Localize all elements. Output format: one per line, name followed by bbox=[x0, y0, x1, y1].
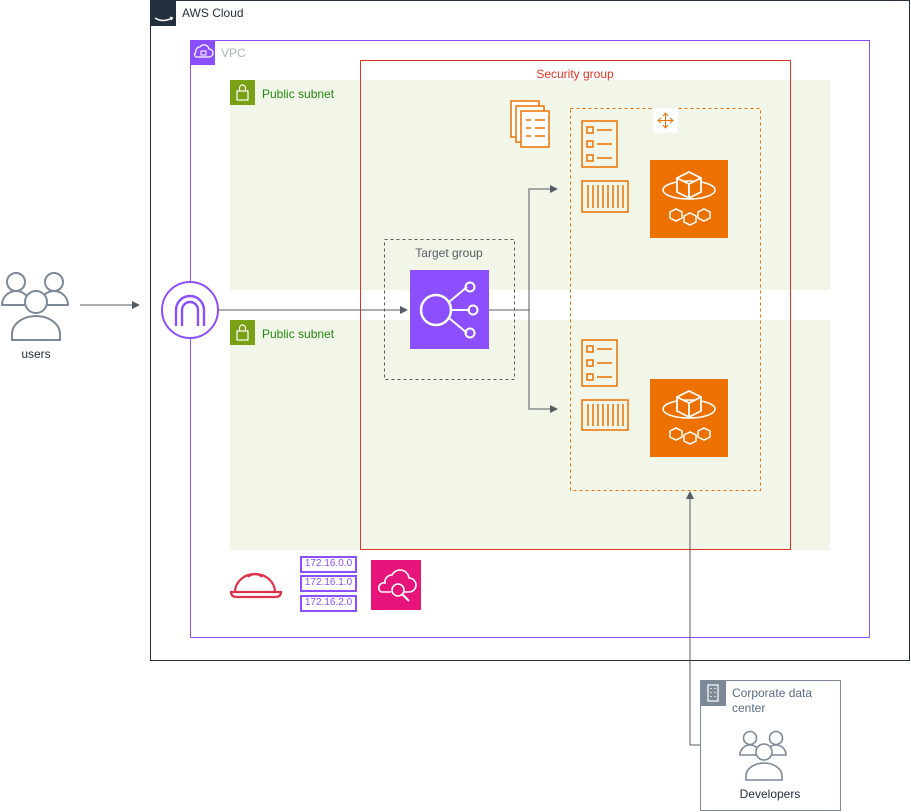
task-definitions-stack-icon bbox=[510, 100, 550, 148]
developers-label: Developers bbox=[739, 787, 801, 801]
internet-gateway-icon bbox=[161, 281, 219, 339]
load-balancer-icon bbox=[410, 270, 489, 349]
auto-scaling-icon bbox=[653, 108, 678, 133]
datacenter-label-line2: center bbox=[732, 701, 766, 715]
cidr-block-2: 172.16.1.0 bbox=[304, 577, 353, 588]
aws-cloud-label: AWS Cloud bbox=[182, 6, 244, 20]
public-subnet-2-label: Public subnet bbox=[262, 327, 335, 341]
users-icon bbox=[0, 272, 70, 341]
datacenter-label-line1: Corporate data bbox=[732, 686, 813, 700]
cidr-block-3: 172.16.2.0 bbox=[304, 597, 353, 608]
vpc-icon bbox=[190, 40, 215, 65]
ecs-service-icon bbox=[650, 160, 728, 238]
cloud-search-icon bbox=[371, 560, 421, 610]
target-group-label: Target group bbox=[415, 246, 483, 260]
users-label: users bbox=[21, 347, 51, 361]
building-icon bbox=[700, 680, 726, 706]
public-subnet-1-label: Public subnet bbox=[262, 87, 335, 101]
security-group-label: Security group bbox=[536, 67, 614, 81]
aws-logo-icon bbox=[150, 0, 176, 26]
vpc-label: VPC bbox=[221, 46, 246, 60]
ecs-service-icon bbox=[650, 379, 728, 457]
cidr-block-1: 172.16.0.0 bbox=[304, 558, 353, 569]
public-subnet-2 bbox=[230, 320, 830, 550]
padlock-icon bbox=[230, 80, 255, 105]
padlock-icon bbox=[230, 320, 255, 345]
